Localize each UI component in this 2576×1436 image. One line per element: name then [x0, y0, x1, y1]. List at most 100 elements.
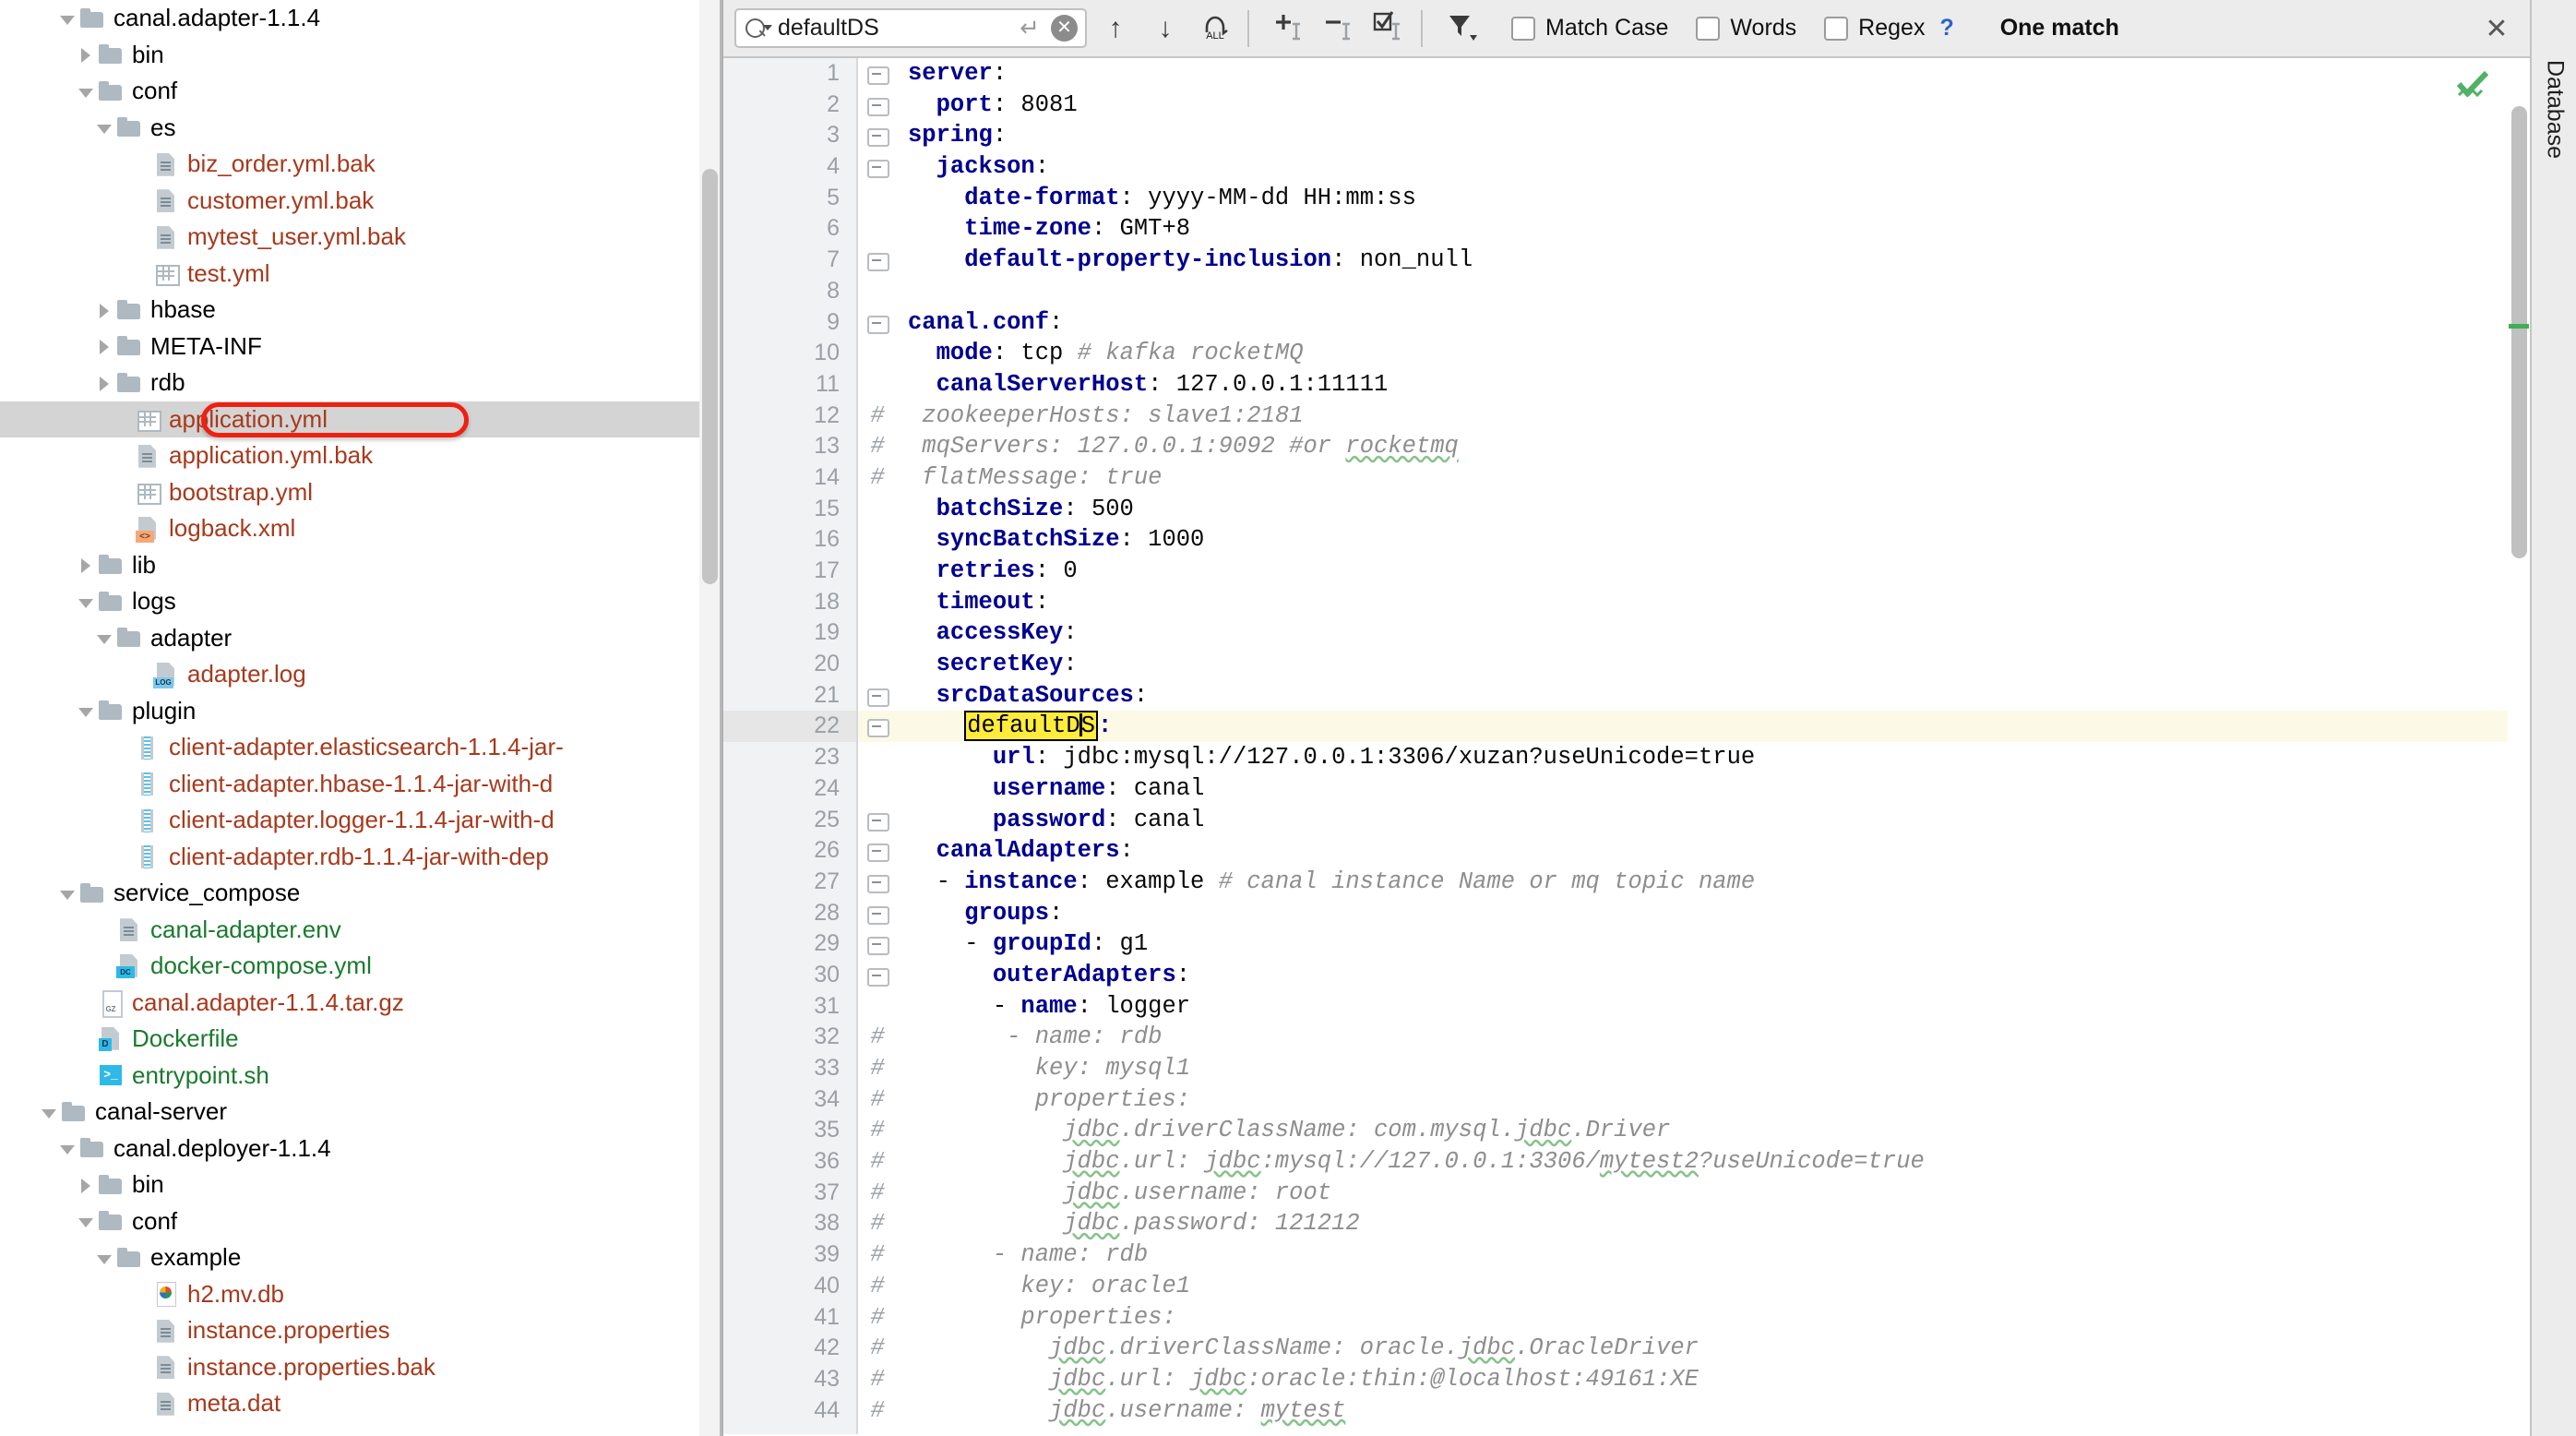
- tree-row[interactable]: canal.deployer-1.1.4: [0, 1131, 722, 1167]
- tree-row[interactable]: META-INF: [0, 329, 722, 365]
- tree-row[interactable]: client-adapter.elasticsearch-1.1.4-jar-: [0, 729, 722, 766]
- fold-marker[interactable]: [858, 711, 897, 742]
- tree-scrollbar-track[interactable]: [699, 0, 722, 1436]
- tree-row[interactable]: client-adapter.rdb-1.1.4-jar-with-dep: [0, 839, 722, 876]
- chevron-right-icon[interactable]: [74, 42, 98, 66]
- editor-scrollbar-match-marker[interactable]: [2509, 324, 2529, 329]
- tool-window-tab-database[interactable]: Database: [2532, 13, 2576, 207]
- code-line[interactable]: 28 groups:: [723, 897, 2530, 929]
- code-line[interactable]: 18 timeout:: [723, 586, 2530, 618]
- tree-row[interactable]: application.yml.bak: [0, 437, 722, 474]
- tree-row[interactable]: docker-compose.yml: [0, 948, 722, 985]
- chevron-down-icon[interactable]: [55, 6, 79, 30]
- code-line[interactable]: 33 # key: mysql1: [723, 1053, 2530, 1084]
- code-line[interactable]: 3 spring:: [723, 120, 2530, 152]
- regex-checkbox[interactable]: Regex: [1824, 15, 1925, 42]
- tree-row[interactable]: entrypoint.sh: [0, 1058, 722, 1095]
- editor-scrollbar-track[interactable]: [2508, 58, 2530, 1434]
- chevron-down-icon[interactable]: [55, 881, 79, 905]
- tree-row[interactable]: service_compose: [0, 875, 722, 912]
- tree-row-selected[interactable]: application.yml: [0, 401, 722, 437]
- tree-row[interactable]: example: [0, 1239, 722, 1276]
- code-line[interactable]: 23 url: jdbc:mysql://127.0.0.1:3306/xuza…: [723, 742, 2530, 773]
- fold-marker[interactable]: [858, 835, 897, 867]
- tree-row[interactable]: canal-server: [0, 1094, 722, 1131]
- tree-row[interactable]: test.yml: [0, 256, 722, 293]
- find-input[interactable]: defaultDS: [771, 15, 1014, 42]
- code-line[interactable]: 32 # - name: rdb: [723, 1022, 2530, 1053]
- code-line[interactable]: 9 canal.conf:: [723, 306, 2530, 339]
- tree-row[interactable]: client-adapter.logger-1.1.4-jar-with-d: [0, 802, 722, 839]
- words-checkbox-box[interactable]: [1696, 16, 1721, 41]
- tree-row[interactable]: lib: [0, 547, 722, 584]
- tree-row[interactable]: logs: [0, 583, 722, 620]
- remove-occurrence-button[interactable]: [1318, 7, 1360, 50]
- code-line[interactable]: 15 batchSize: 500: [723, 493, 2530, 525]
- find-next-button[interactable]: ↓: [1144, 7, 1187, 50]
- code-line[interactable]: 38 # jdbc.password: 121212: [723, 1208, 2530, 1240]
- clear-search-icon[interactable]: ✕: [1051, 15, 1078, 42]
- fold-marker[interactable]: [858, 805, 897, 836]
- tree-row[interactable]: bin: [0, 37, 722, 74]
- code-line[interactable]: 37 # jdbc.username: root: [723, 1177, 2530, 1209]
- tree-row[interactable]: bootstrap.yml: [0, 474, 722, 511]
- chevron-right-icon[interactable]: [92, 298, 116, 322]
- words-checkbox[interactable]: Words: [1696, 15, 1796, 42]
- chevron-down-icon[interactable]: [74, 1209, 98, 1233]
- code-line[interactable]: 36 # jdbc.url: jdbc:mysql://127.0.0.1:330…: [723, 1146, 2530, 1178]
- tree-row[interactable]: canal-adapter.env: [0, 912, 722, 949]
- chevron-right-icon[interactable]: [74, 553, 98, 577]
- tree-row[interactable]: es: [0, 110, 722, 147]
- code-line[interactable]: 11 canalServerHost: 127.0.0.1:11111: [723, 368, 2530, 401]
- fold-marker[interactable]: [858, 90, 897, 121]
- enter-icon[interactable]: ↵: [1014, 16, 1045, 42]
- tree-row[interactable]: Dockerfile: [0, 1021, 722, 1058]
- code-line[interactable]: 25 password: canal: [723, 804, 2530, 836]
- code-line[interactable]: 12 # zookeeperHosts: slave1:2181: [723, 400, 2530, 432]
- regex-help-link[interactable]: ?: [1939, 15, 1953, 42]
- project-tree-panel[interactable]: canal.adapter-1.1.4 bin conf es biz_order.ym…: [0, 0, 722, 1436]
- project-tree[interactable]: canal.adapter-1.1.4 bin conf es biz_order.ym…: [0, 0, 722, 1422]
- fold-marker[interactable]: [858, 867, 897, 898]
- tree-row[interactable]: conf: [0, 73, 722, 110]
- code-line[interactable]: 40 # key: oracle1: [723, 1270, 2530, 1302]
- code-line[interactable]: 43 # jdbc.url: jdbc:oracle:thin:@localhos…: [723, 1363, 2530, 1395]
- regex-checkbox-box[interactable]: [1824, 16, 1849, 41]
- code-editor[interactable]: 1 server: 2 port: 8081 3 spring: 4 jackson: 5 …: [723, 58, 2530, 1434]
- add-occurrence-button[interactable]: [1268, 7, 1310, 50]
- code-line[interactable]: 7 default-property-inclusion: non_null: [723, 245, 2530, 276]
- code-line[interactable]: 30 outerAdapters:: [723, 959, 2530, 991]
- chevron-right-icon[interactable]: [92, 334, 116, 358]
- tree-scrollbar-thumb[interactable]: [702, 169, 718, 584]
- code-line-current[interactable]: 22 defaultDS:: [723, 711, 2530, 743]
- code-line[interactable]: 10 mode: tcp # kafka rocketMQ: [723, 338, 2530, 369]
- tree-row[interactable]: rdb: [0, 365, 722, 401]
- code-line[interactable]: 4 jackson:: [723, 151, 2530, 183]
- search-icon[interactable]: [744, 16, 772, 42]
- tree-row[interactable]: instance.properties: [0, 1312, 722, 1349]
- code-line[interactable]: 17 retries: 0: [723, 556, 2530, 587]
- chevron-down-icon[interactable]: [74, 699, 98, 723]
- fold-marker[interactable]: [858, 120, 897, 151]
- code-line[interactable]: 1 server:: [723, 58, 2530, 90]
- match-case-checkbox[interactable]: Match Case: [1511, 15, 1668, 42]
- tree-row[interactable]: mytest_user.yml.bak: [0, 219, 722, 256]
- code-line[interactable]: 19 accessKey:: [723, 617, 2530, 650]
- code-line[interactable]: 5 date-format: yyyy-MM-dd HH:mm:ss: [723, 182, 2530, 214]
- filter-button[interactable]: [1441, 7, 1484, 50]
- code-line[interactable]: 16 syncBatchSize: 1000: [723, 524, 2530, 556]
- chevron-down-icon[interactable]: [92, 626, 116, 650]
- tree-row[interactable]: plugin: [0, 693, 722, 730]
- find-all-button[interactable]: ALL: [1194, 7, 1236, 50]
- code-line[interactable]: 42 # jdbc.driverClassName: oracle.jdbc.Or…: [723, 1333, 2530, 1364]
- inspection-ok-icon[interactable]: [2454, 67, 2491, 104]
- code-line[interactable]: 13 # mqServers: 127.0.0.1:9092 #or rocket…: [723, 431, 2530, 462]
- tree-row[interactable]: conf: [0, 1203, 722, 1240]
- select-all-occurrences-button[interactable]: [1367, 7, 1410, 50]
- code-line[interactable]: 6 time-zone: GMT+8: [723, 213, 2530, 245]
- close-find-button[interactable]: ✕: [2480, 13, 2513, 46]
- chevron-down-icon[interactable]: [74, 590, 98, 614]
- tree-row[interactable]: logback.xml: [0, 510, 722, 547]
- code-line[interactable]: 14 # flatMessage: true: [723, 461, 2530, 494]
- tree-row[interactable]: client-adapter.hbase-1.1.4-jar-with-d: [0, 766, 722, 803]
